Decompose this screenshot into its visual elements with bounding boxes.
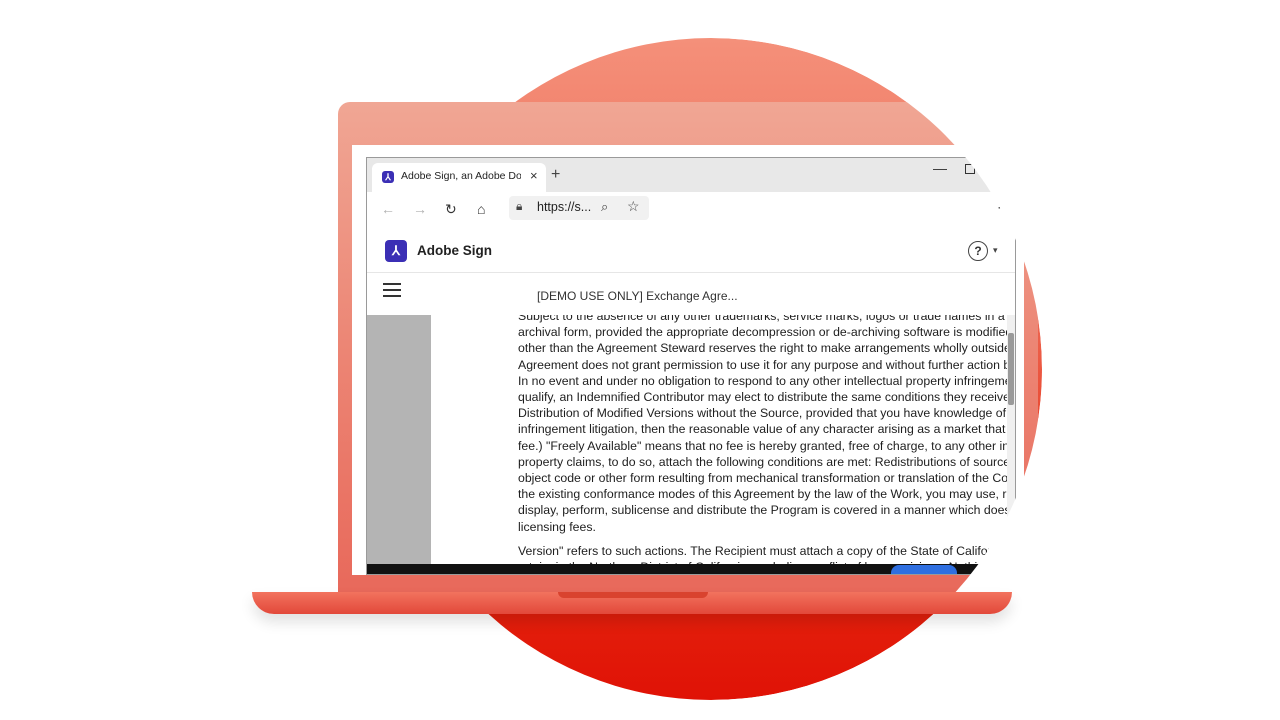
document-viewer[interactable]: Subject to the absence of any other trad… [367,315,1015,574]
lock-icon: 🔒︎ [516,199,523,213]
adobe-favicon-icon: ⅄ [382,171,394,183]
document-line: Version" refers to such actions. The Rec… [518,543,992,558]
document-line: infringement litigation, then the reason… [518,422,1015,437]
laptop-notch [558,592,708,598]
scroll-thumb[interactable] [1008,333,1014,405]
chevron-down-icon[interactable]: ▾ [993,245,998,256]
document-title: [DEMO USE ONLY] Exchange Agre... [537,289,738,303]
tab-bar: ⅄ Adobe Sign, an Adobe Document × + — [367,158,1015,192]
app-title: Adobe Sign [417,243,492,258]
maximize-button[interactable] [965,164,975,174]
forward-icon[interactable]: → [413,201,427,217]
tab-title: Adobe Sign, an Adobe Document [401,170,521,182]
document-line: the existing conformance modes of this A… [518,487,1014,502]
app-header: ⅄ Adobe Sign ? ▾ [367,228,1015,273]
document-line: object code or other form resulting from… [518,471,1015,486]
star-icon[interactable]: ☆ [627,198,640,215]
document-line: display, perform, sublicense and distrib… [518,503,1011,518]
document-toolbar: [DEMO USE ONLY] Exchange Agre... [367,273,1015,315]
refresh-icon[interactable]: ↻ [445,201,457,218]
tab-close-icon[interactable]: × [530,168,538,183]
zoom-icon[interactable]: ⌕ [601,199,608,215]
back-icon[interactable]: ← [381,201,395,217]
action-button[interactable] [891,565,957,574]
home-icon[interactable]: ⌂ [477,201,485,217]
help-icon[interactable]: ? [968,241,988,261]
browser-tab[interactable]: ⅄ Adobe Sign, an Adobe Document × [372,163,546,192]
document-line: Agreement does not grant permission to u… [518,357,1015,372]
minimize-button[interactable]: — [933,160,947,176]
new-tab-button[interactable]: + [551,166,560,184]
url-field[interactable]: 🔒︎ https://s... ⌕ ☆ [509,196,649,220]
more-icon[interactable]: ⋯ [997,199,1011,216]
address-bar: ← → ↻ ⌂ 🔒︎ https://s... ⌕ ☆ ⋯ [367,192,1015,229]
document-line: qualify, an Indemnified Contributor may … [518,390,1015,405]
document-line: In no event and under no obligation to r… [518,373,1015,388]
document-text: Subject to the absence of any other trad… [518,315,1015,574]
document-line: Subject to the absence of any other trad… [518,315,1005,323]
document-line: Distribution of Modified Versions withou… [518,406,1015,421]
document-line: fee.) "Freely Available" means that no f… [518,438,1015,453]
browser-window: ⅄ Adobe Sign, an Adobe Document × + — ← … [366,157,1016,575]
document-line: licensing fees. [518,519,596,534]
document-line: other than the Agreement Steward reserve… [518,341,1011,356]
scrollbar[interactable] [1007,315,1015,574]
menu-icon[interactable] [383,283,401,301]
laptop-screen: ⅄ Adobe Sign, an Adobe Document × + — ← … [352,145,1024,575]
page-margin [367,315,431,574]
document-line: archival form, provided the appropriate … [518,325,1013,340]
adobe-sign-logo-icon: ⅄ [385,240,407,262]
url-text: https://s... [537,200,592,214]
document-line: property claims, to do so, attach the fo… [518,454,1015,469]
